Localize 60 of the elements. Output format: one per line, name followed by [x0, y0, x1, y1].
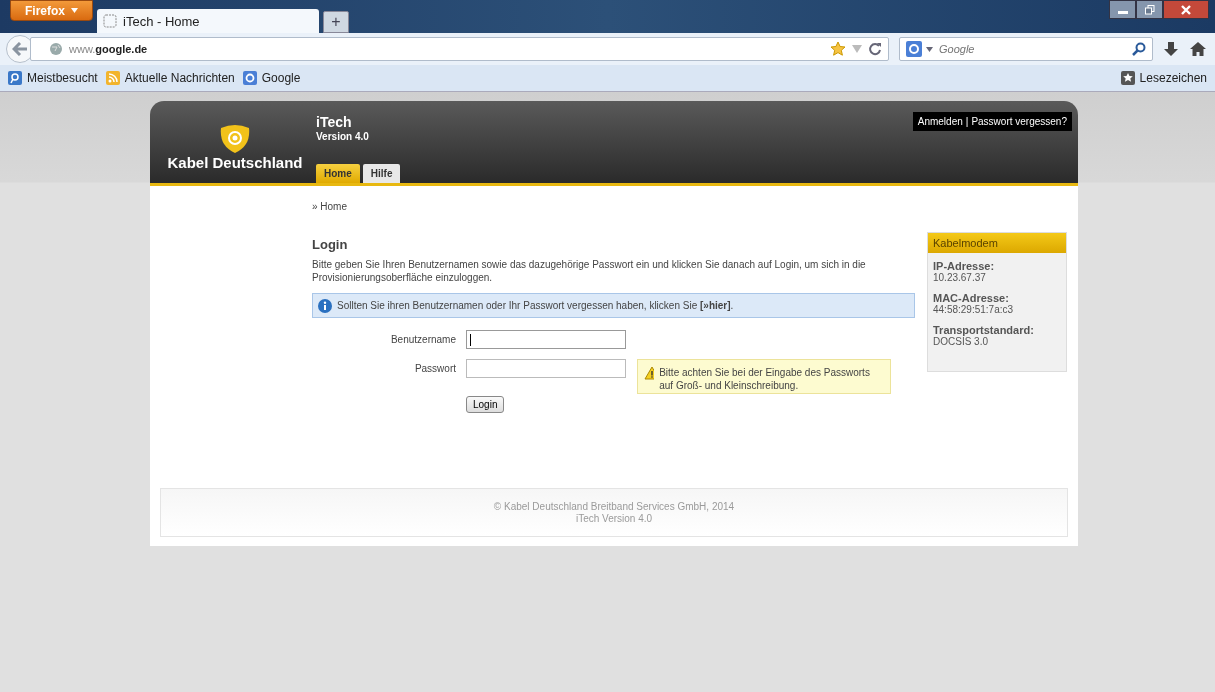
- info-value: DOCSIS 3.0: [933, 336, 989, 347]
- info-value: 44:58:29:51:7a:c3: [933, 304, 1015, 315]
- tab-title: iTech - Home: [123, 13, 200, 29]
- breadcrumb: » Home: [312, 201, 348, 212]
- close-icon: [1181, 4, 1191, 15]
- bookmark-item[interactable]: Google: [242, 71, 301, 85]
- warning-icon: [644, 366, 655, 380]
- field-label: Benutzername: [389, 333, 456, 345]
- browser-tab[interactable]: iTech - Home: [97, 9, 319, 33]
- restore-button[interactable]: [1136, 0, 1163, 19]
- search-engine-icon[interactable]: [906, 41, 922, 57]
- info-icon: [318, 298, 332, 313]
- globe-icon: [49, 42, 63, 56]
- new-tab-button[interactable]: +: [323, 11, 349, 33]
- back-arrow-icon: [12, 42, 28, 56]
- star-icon[interactable]: [830, 41, 846, 57]
- search-page-icon: [8, 71, 22, 85]
- info-label: Transportstandard:: [933, 324, 1035, 336]
- input-field[interactable]: [466, 359, 626, 378]
- info-label: MAC-Adresse:: [933, 292, 1010, 304]
- field-label: Passwort: [413, 362, 456, 374]
- login-heading: Login: [312, 237, 349, 252]
- minimize-button[interactable]: [1109, 0, 1136, 19]
- info-text: Sollten Sie ihren Benutzernamen oder Ihr Passwort vergessen haben, klicken Sie [»hier].: [337, 300, 734, 311]
- separator: |: [965, 116, 969, 127]
- download-icon[interactable]: [1163, 41, 1179, 57]
- bookmark-item[interactable]: Aktuelle Nachrichten: [105, 71, 235, 85]
- reload-icon[interactable]: [868, 42, 882, 56]
- version-label: Version 4.0: [316, 131, 370, 142]
- logo-icon: [218, 124, 252, 154]
- account-link[interactable]: Anmelden: [917, 116, 963, 127]
- caret-icon: [71, 8, 78, 13]
- address-bar[interactable]: www.google.de: [30, 37, 889, 61]
- feed-icon: [105, 71, 120, 85]
- search-icon[interactable]: [1132, 42, 1146, 56]
- restore-icon: [1144, 4, 1155, 15]
- app-title: iTech: [316, 114, 353, 130]
- intro-text: Bitte geben Sie Ihren Benutzernamen sowie das dazugehörige Passwort ein und klicken Sie danach auf Login, um sich in die Provisionierungsoberfläche einzuloggen.: [312, 258, 867, 284]
- nav-tab[interactable]: Home: [316, 164, 360, 183]
- footer-text: © Kabel Deutschland Breitband Services GmbH, 2014: [493, 501, 735, 512]
- warning-text: Bitte achten Sie bei der Eingabe des Passworts auf Groß- und Kleinschreibung.: [659, 366, 871, 392]
- login-button[interactable]: Login: [466, 396, 505, 413]
- info-label: IP-Adresse:: [933, 260, 996, 272]
- bookmark-star-icon: [1120, 71, 1135, 85]
- account-link[interactable]: Passwort vergessen?: [971, 116, 1067, 127]
- page-icon: [103, 14, 117, 28]
- caret-icon: [926, 46, 933, 52]
- close-button[interactable]: [1163, 0, 1209, 19]
- logo-text: Kabel Deutschland: [167, 154, 303, 171]
- here-link[interactable]: [»hier]: [700, 300, 731, 311]
- info-value: 10.23.67.37: [933, 272, 987, 283]
- bookmark-item[interactable]: Meistbesucht: [8, 71, 98, 85]
- nav-tab[interactable]: Hilfe: [362, 164, 401, 183]
- search-bar[interactable]: Google: [899, 37, 1153, 61]
- panel-title: Kabelmodem: [928, 233, 1066, 253]
- google-icon: [242, 71, 257, 85]
- bookmarks-menu[interactable]: Lesezeichen: [1120, 71, 1207, 85]
- input-field[interactable]: [466, 330, 626, 349]
- home-icon[interactable]: [1189, 41, 1207, 57]
- footer-text: iTech Version 4.0: [575, 513, 653, 524]
